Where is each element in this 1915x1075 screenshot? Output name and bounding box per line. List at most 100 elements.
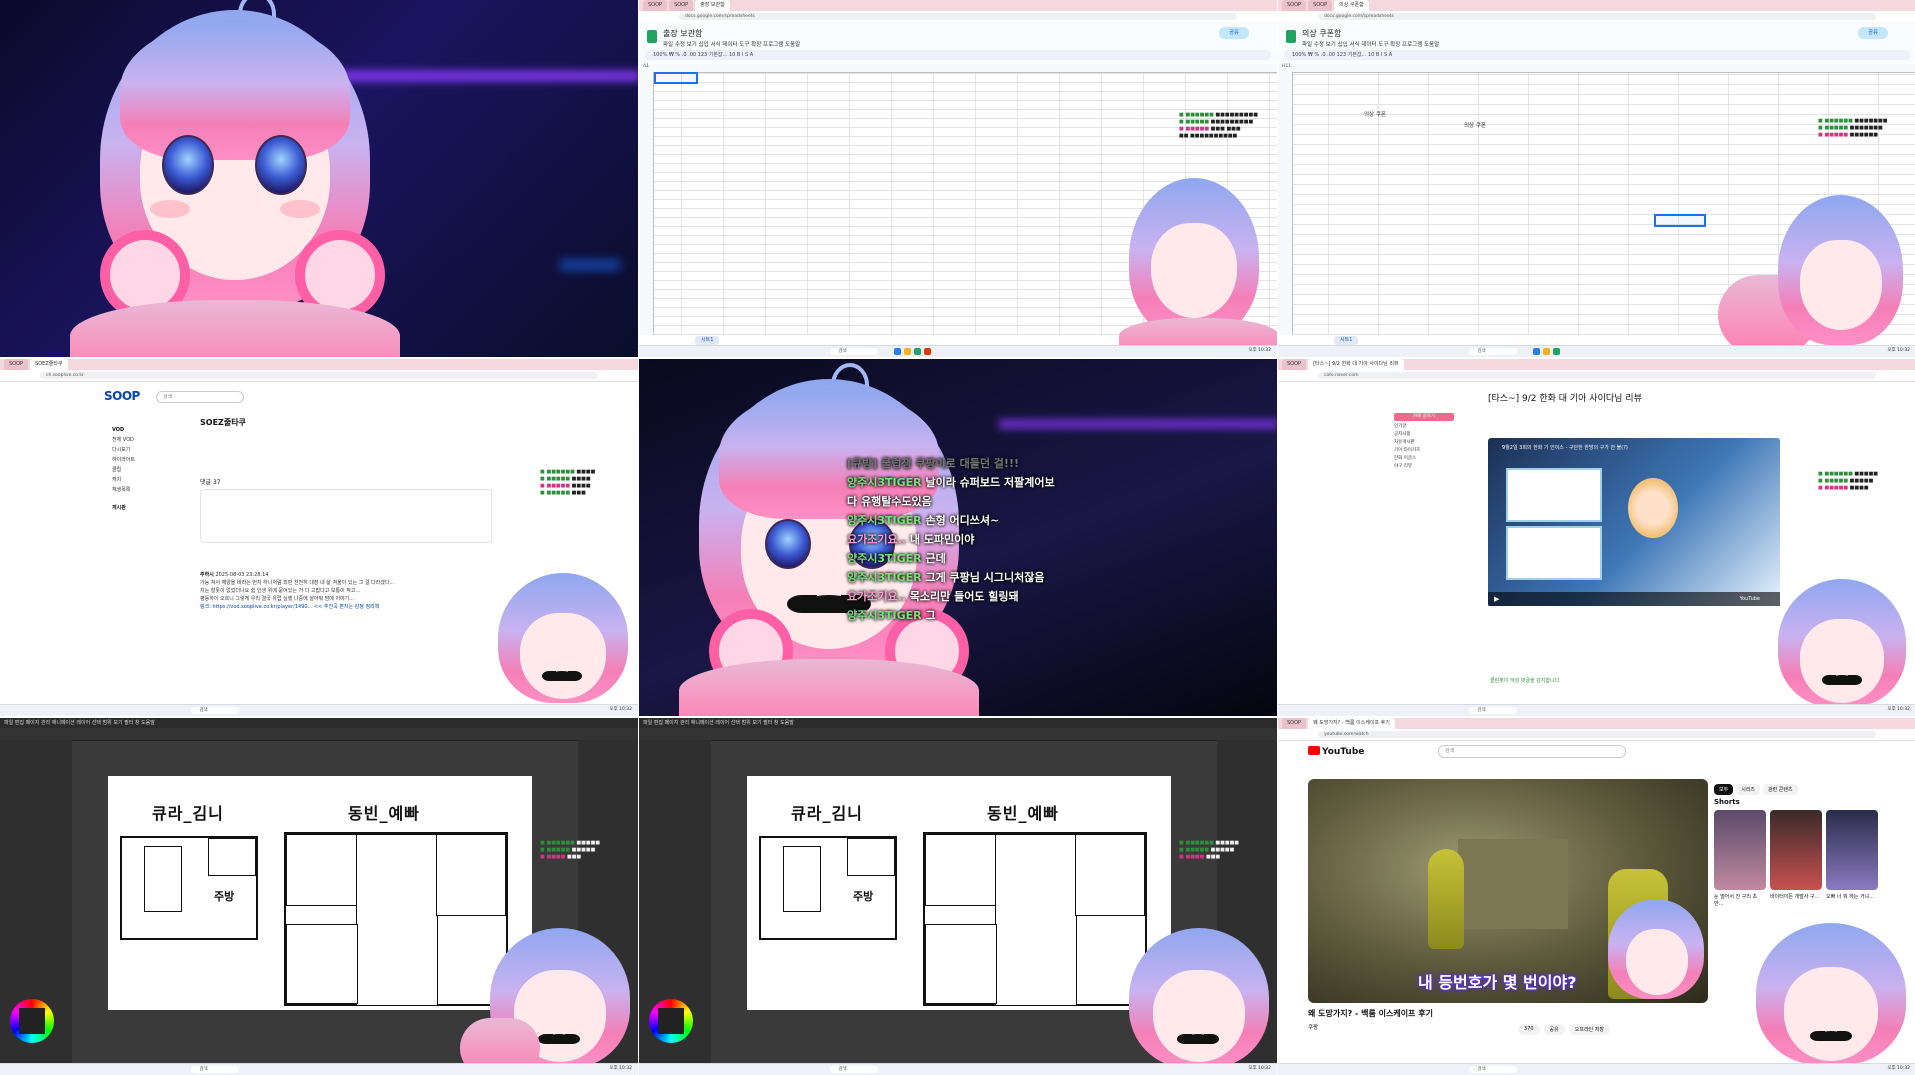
address-bar[interactable]: ch.sooplive.co.kr [0,370,638,382]
taskbar-search[interactable]: 검색 [191,1066,240,1073]
menu-bar[interactable]: 파일 수정 보기 삽입 서식 데이터 도구 확장 프로그램 도움말 [663,40,800,48]
drawing-canvas[interactable]: 큐라_김니 동빈_예빠 주방 [108,776,532,1010]
comment-input[interactable] [200,489,492,543]
video-player[interactable]: 내 등번호가 몇 번이야? [1308,779,1708,1003]
cafe-menu-item[interactable]: 공지사항 [1394,431,1478,439]
chat-text: 목소리만 들어도 힐링돼 [909,590,1019,603]
browser-tab[interactable]: SOOP [669,0,694,11]
board-title: SOEZ줄타쿠 [200,418,246,427]
browser-tab[interactable]: SOOP [643,0,668,11]
sidebar-section-vod[interactable]: VOD [112,425,135,435]
browser-tab[interactable]: SOOP [1282,0,1307,11]
search-input[interactable]: 검색 [1438,745,1626,758]
youtube-logo-icon[interactable]: YouTube [1740,596,1760,602]
cafe-menu-item[interactable]: 야구 리뷰 [1394,463,1478,471]
url-field[interactable]: ch.sooplive.co.kr [40,372,598,379]
cafe-menu-item[interactable]: 자유게시판 [1394,439,1478,447]
toolbar[interactable]: 100% ₩ % .0 .00 123 기본값... 10 B I S A [645,50,1271,60]
color-wheel[interactable] [649,999,693,1043]
sidebar-item[interactable]: 다시보기 [112,445,135,455]
sidebar-item[interactable]: 하이라이트 [112,455,135,465]
browser-tab[interactable]: SOOP [1308,0,1333,11]
url-field[interactable]: youtube.com/watch [1318,731,1876,738]
share-button[interactable]: 공유 [1219,27,1249,39]
sidebar-item[interactable]: 전체 VOD [112,435,135,445]
address-bar[interactable]: cafe.naver.com [1278,370,1915,382]
sidebar-item[interactable]: 재생목록 [112,485,135,495]
browser-tab[interactable]: SOOP [1282,359,1307,370]
cell-value[interactable]: 의상 쿠폰 [1464,121,1486,129]
url-field[interactable]: docs.google.com/spreadsheets [1318,13,1876,20]
short-title[interactable]: 바이터이든 개발사 구... [1770,894,1822,901]
sidebar-section-board[interactable]: 게시판 [112,503,135,513]
browser-tab[interactable]: SOOP [4,359,29,370]
download-button[interactable]: 오프라인 저장 [1568,1024,1610,1035]
short-thumbnail[interactable] [1826,810,1878,890]
cafe-menu-item[interactable]: 한화 이글스 [1394,455,1478,463]
chip-series[interactable]: 시리즈 [1736,784,1761,795]
sheet-tab[interactable]: 시트1 [695,336,720,345]
selected-cell[interactable] [1654,214,1706,227]
browser-tabs: SOOP 왜 도망가지? - 백룸 이스케이프 후기 [1278,718,1915,729]
sheet-tab[interactable]: 시트1 [1334,336,1359,345]
play-icon[interactable]: ▶ [1494,595,1499,603]
cafe-write-button[interactable]: 카페 글쓰기 [1394,413,1454,421]
app-menu-bar[interactable]: 파일 편집 페이지 관리 애니메이션 레이어 선택 범위 보기 필터 창 도움말 [0,718,638,728]
taskbar-search[interactable]: 검색 [1469,348,1518,355]
browser-tab[interactable]: SOOP [1282,718,1307,729]
share-button[interactable]: 공유 [1543,1024,1565,1035]
address-bar[interactable]: youtube.com/watch [1278,729,1915,741]
video-controls[interactable]: ▶ YouTube [1488,592,1780,606]
browser-tab-active[interactable]: SOEZ줄타쿠 [30,359,68,370]
browser-tab-active[interactable]: 출장 보관함 [695,0,730,11]
short-thumbnail[interactable] [1770,810,1822,890]
embedded-video[interactable]: 9월2일 3회의 한화 기 인이스 - 구단한 한방의 구가 안 볼(?) ▶ … [1488,438,1780,606]
column-header[interactable]: A1 [639,64,1277,73]
row-header[interactable] [639,72,654,335]
app-menu-bar[interactable]: 파일 편집 페이지 관리 애니메이션 레이어 선택 범위 보기 필터 창 도움말 [639,718,1277,728]
browser-tab-active[interactable]: 왜 도망가지? - 백룸 이스케이프 후기 [1308,718,1395,729]
sidebar-item[interactable]: 클립 [112,465,135,475]
sidebar-item[interactable]: 캐치 [112,475,135,485]
search-input[interactable]: 검색 [156,391,244,403]
selected-cell[interactable] [654,72,698,84]
like-button[interactable]: 370 [1518,1024,1540,1035]
sheets-logo-icon[interactable] [647,30,657,43]
cafe-menu-item[interactable]: 인기글 [1394,423,1478,431]
taskbar-search[interactable]: 검색 [191,707,240,714]
tool-palette[interactable] [0,740,72,1063]
app-toolbar[interactable] [0,728,638,741]
youtube-logo[interactable]: YouTube [1308,746,1364,757]
row-header[interactable] [1278,72,1293,335]
menu-bar[interactable]: 파일 수정 보기 삽입 서식 데이터 도구 확장 프로그램 도움말 [1302,40,1439,48]
share-button[interactable]: 공유 [1858,27,1888,39]
post-author[interactable]: 주하시 [200,572,214,578]
drawing-canvas[interactable]: 큐라_김니 동빈_예빠 주방 [747,776,1171,1010]
taskbar-search[interactable]: 검색 [1469,707,1518,714]
chip-all[interactable]: 모두 [1714,784,1734,795]
url-field[interactable]: docs.google.com/spreadsheets [679,13,1237,20]
color-wheel[interactable] [10,999,54,1043]
chip-related[interactable]: 관련 콘텐츠 [1763,784,1798,795]
doc-title[interactable]: 출장 보관함 [663,28,702,39]
short-thumbnail[interactable] [1714,810,1766,890]
toolbar[interactable]: 100% ₩ % .0 .00 123 기본값... 10 B I S A [1284,50,1910,60]
app-toolbar[interactable] [639,728,1277,741]
post-link[interactable]: 링크: https://vod.sooplive.co.kr/player/14… [200,603,490,611]
sheets-logo-icon[interactable] [1286,30,1296,43]
short-title[interactable]: 오빠 너 뭐 하는 거냐... [1826,894,1878,901]
tool-palette[interactable] [639,740,711,1063]
browser-tab-active[interactable]: [타스~] 9/2 한화 대 기아 사이다님 리뷰 [1308,359,1404,370]
url-field[interactable]: cafe.naver.com [1318,372,1876,379]
taskbar-search[interactable]: 검색 [830,348,879,355]
channel-name[interactable]: 쿠팡 [1308,1023,1318,1031]
doc-title[interactable]: 의상 쿠폰함 [1302,28,1341,39]
short-title[interactable]: 눈 떨어서 진 구리 초반... [1714,894,1766,908]
cell-value[interactable]: 의상 쿠폰 [1364,110,1386,118]
cafe-menu-item[interactable]: 기아 타이거즈 [1394,447,1478,455]
column-header[interactable]: H11 [1278,64,1915,73]
taskbar-search[interactable]: 검색 [830,1066,879,1073]
soop-logo[interactable]: SOOP [104,389,140,403]
taskbar-search[interactable]: 검색 [1469,1066,1518,1073]
browser-tab-active[interactable]: 의상 쿠폰함 [1334,0,1369,11]
